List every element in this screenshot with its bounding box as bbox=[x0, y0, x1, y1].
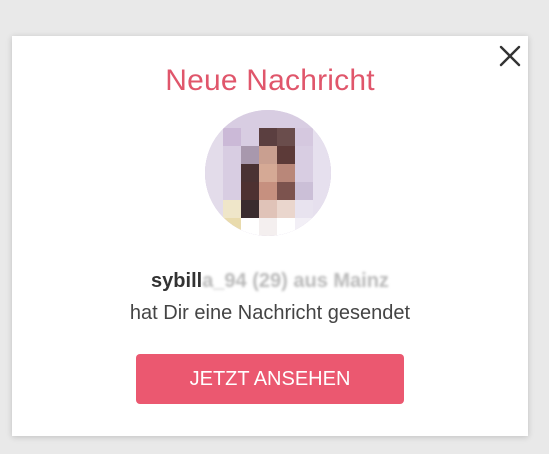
message-notification-modal: Neue Nachricht sybilla_94 (29) aus Mainz… bbox=[12, 36, 528, 436]
sender-avatar[interactable] bbox=[205, 110, 331, 236]
modal-title: Neue Nachricht bbox=[165, 64, 375, 97]
sender-name: sybilla_94 (29) aus Mainz bbox=[12, 270, 528, 293]
message-text: hat Dir eine Nachricht gesendet bbox=[129, 302, 411, 324]
sender-name-visible: sybill bbox=[151, 270, 203, 292]
sender-name-obscured: a_94 (29) aus Mainz bbox=[202, 270, 389, 292]
view-now-button[interactable]: JETZT ANSEHEN bbox=[136, 354, 404, 404]
